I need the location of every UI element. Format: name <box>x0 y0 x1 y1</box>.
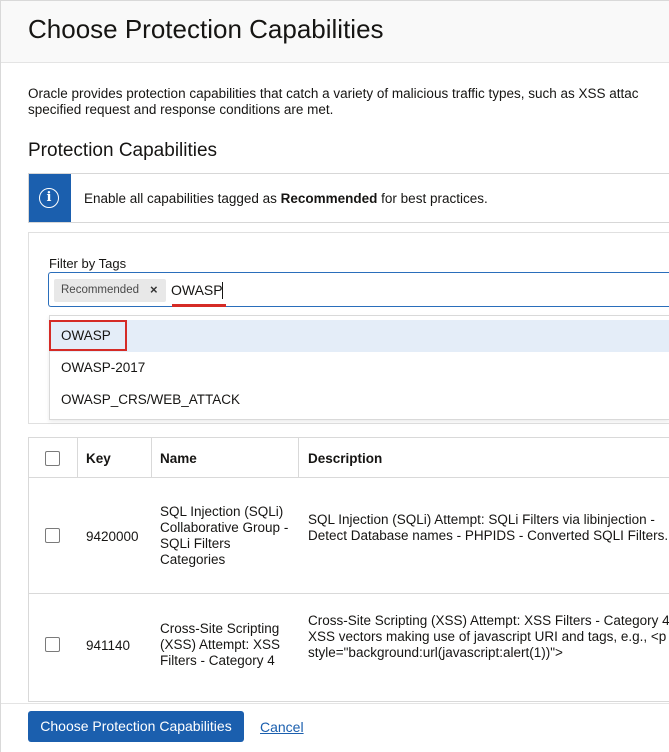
intro-text: Oracle provides protection capabilities … <box>28 86 669 118</box>
intro-line-1: Oracle provides protection capabilities … <box>28 86 639 101</box>
row-name: SQL Injection (SQLi) Collaborative Group… <box>160 504 289 567</box>
tag-input-value[interactable]: OWASP <box>171 282 223 298</box>
page-title: Choose Protection Capabilities <box>28 14 384 44</box>
table-header-row: Key Name Description <box>29 438 669 478</box>
intro-line-2: specified request and response condition… <box>28 102 334 117</box>
row-key: 9420000 <box>86 529 139 544</box>
table-row: 941140 Cross-Site Scripting (XSS) Attemp… <box>29 594 669 701</box>
header-description[interactable]: Description <box>308 451 382 466</box>
chip-label: Recommended <box>61 284 139 296</box>
filter-label: Filter by Tags <box>49 256 127 271</box>
row-name: Cross-Site Scripting (XSS) Attempt: XSS … <box>160 621 281 668</box>
info-icon: i <box>39 188 59 208</box>
capabilities-table: Key Name Description 9420000 SQL Injecti… <box>28 437 669 702</box>
suggestion-owasp-crs-web-attack[interactable]: OWASP_CRS/WEB_ATTACK <box>50 384 669 416</box>
suggestion-owasp[interactable]: OWASP <box>50 320 669 352</box>
section-title: Protection Capabilities <box>28 140 218 161</box>
info-suffix: for best practices. <box>377 191 488 206</box>
info-bold: Recommended <box>280 191 378 206</box>
table-row: 9420000 SQL Injection (SQLi) Collaborati… <box>29 478 669 594</box>
tag-suggestions-dropdown: OWASP OWASP-2017 OWASP_CRS/WEB_ATTACK <box>49 315 669 420</box>
column-divider <box>298 438 299 478</box>
row-description: SQL Injection (SQLi) Attempt: SQLi Filte… <box>308 512 669 543</box>
column-divider <box>151 438 152 478</box>
chip-remove-icon[interactable]: × <box>150 282 158 297</box>
header-name[interactable]: Name <box>160 451 197 466</box>
row-checkbox[interactable] <box>45 528 60 543</box>
info-icon-box: i <box>29 174 71 222</box>
dialog-header: Choose Protection Capabilities <box>1 1 669 63</box>
cancel-link[interactable]: Cancel <box>260 719 304 735</box>
annotation-underline <box>172 304 226 307</box>
info-message: Enable all capabilities tagged as Recomm… <box>84 191 488 206</box>
row-description: Cross-Site Scripting (XSS) Attempt: XSS … <box>308 613 669 660</box>
row-checkbox[interactable] <box>45 637 60 652</box>
header-key[interactable]: Key <box>86 451 111 466</box>
suggestion-owasp-2017[interactable]: OWASP-2017 <box>50 352 669 384</box>
column-divider <box>77 438 78 478</box>
tag-chip-recommended: Recommended × <box>54 279 166 302</box>
text-caret <box>222 282 223 299</box>
row-key: 941140 <box>86 638 131 653</box>
select-all-checkbox[interactable] <box>45 451 60 466</box>
choose-capabilities-button[interactable]: Choose Protection Capabilities <box>28 711 244 742</box>
annotation-highlight-box <box>49 320 127 351</box>
info-prefix: Enable all capabilities tagged as <box>84 191 281 206</box>
info-banner: i Enable all capabilities tagged as Reco… <box>28 173 669 223</box>
